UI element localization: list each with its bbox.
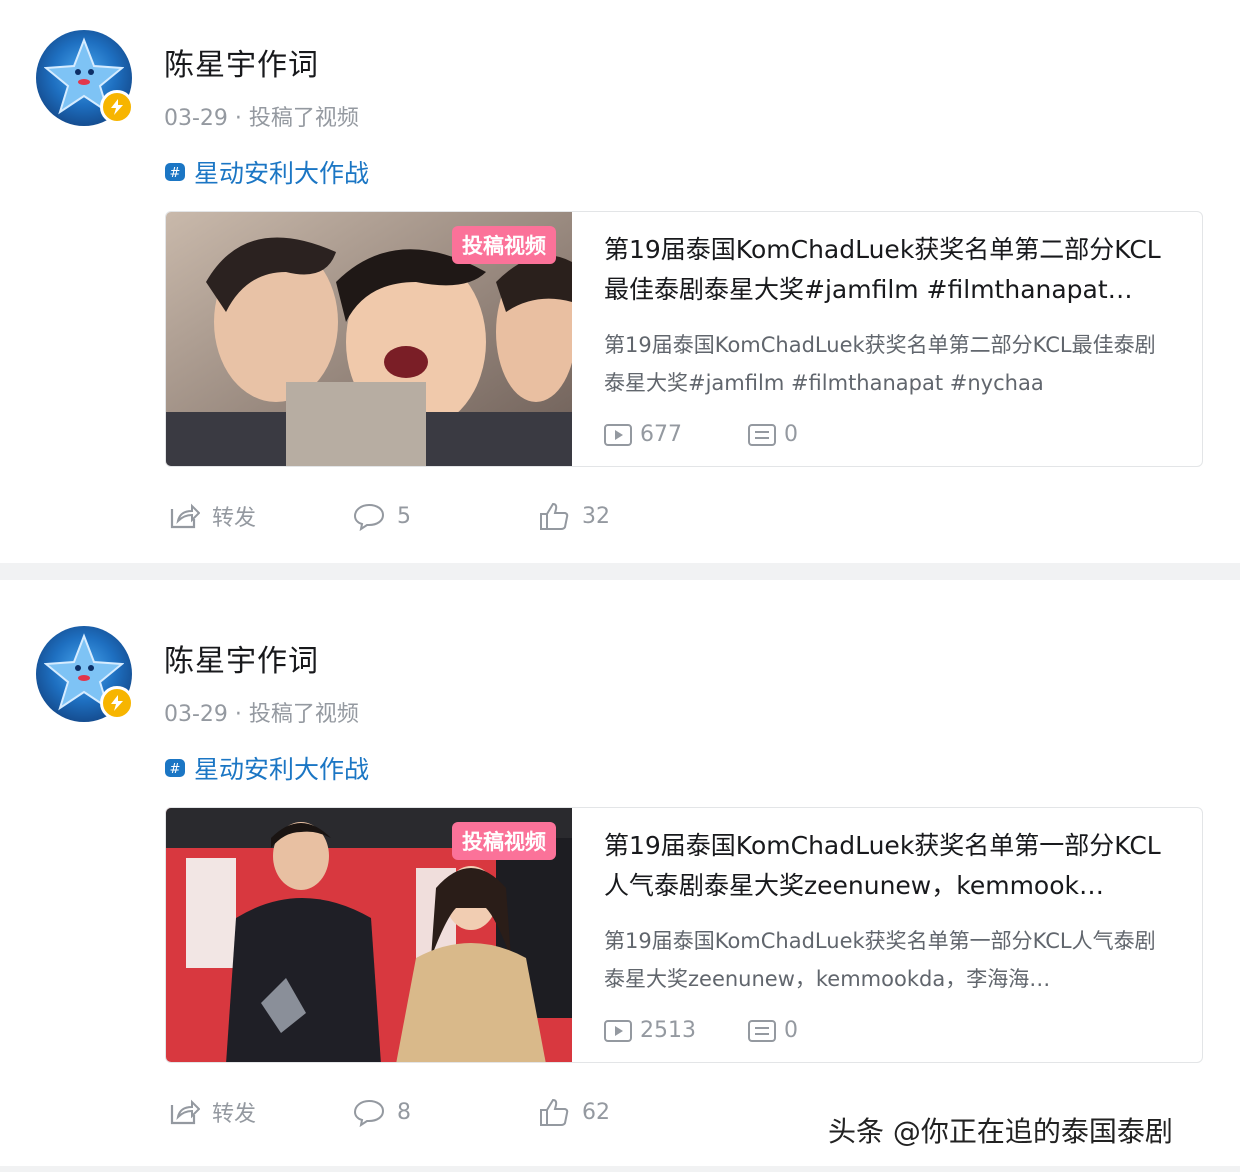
video-stats: 677 0: [604, 422, 892, 447]
share-button[interactable]: 转发: [168, 500, 353, 532]
share-icon: [170, 1099, 200, 1125]
topic-icon: #: [165, 759, 185, 777]
post-meta: 03-29 · 投稿了视频: [164, 106, 359, 131]
share-label: 转发: [212, 1102, 257, 1127]
video-stats: 2513 0: [604, 1018, 892, 1043]
video-tag: 投稿视频: [452, 822, 556, 860]
share-icon: [170, 503, 200, 529]
play-count-icon: [604, 423, 632, 446]
view-count: 2513: [640, 1018, 696, 1043]
feed-post: 陈星宇作词 03-29 · 投稿了视频 # 星动安利大作战 投稿视频 第19届泰…: [0, 0, 1240, 563]
post-meta: 03-29 · 投稿了视频: [164, 702, 359, 727]
danmaku-icon: [748, 1019, 776, 1042]
svg-text:#: #: [170, 762, 181, 777]
view-count: 677: [640, 422, 682, 447]
topic-label: 星动安利大作战: [194, 159, 370, 188]
topic-icon: #: [165, 163, 185, 181]
feed-post: 陈星宇作词 03-29 · 投稿了视频 # 星动安利大作战 投稿视频 第19届泰…: [0, 580, 1240, 1166]
danmaku-count: 0: [784, 422, 798, 447]
comment-button[interactable]: 8: [353, 1096, 538, 1128]
video-card[interactable]: 投稿视频 第19届泰国KomChadLuek获奖名单第一部分KCL人气泰剧泰星大…: [165, 807, 1203, 1063]
like-button[interactable]: 62: [538, 1096, 723, 1128]
comment-count: 5: [397, 503, 411, 529]
share-button[interactable]: 转发: [168, 1096, 353, 1128]
comment-icon: [353, 503, 385, 531]
danmaku-icon: [748, 423, 776, 446]
video-tag: 投稿视频: [452, 226, 556, 264]
post-actions: 转发 5 32: [168, 500, 723, 532]
video-title[interactable]: 第19届泰国KomChadLuek获奖名单第一部分KCL人气泰剧泰星大奖zeen…: [604, 826, 1184, 906]
svg-text:#: #: [170, 166, 181, 181]
author-name[interactable]: 陈星宇作词: [164, 40, 319, 84]
watermark: 头条 @你正在追的泰国泰剧: [828, 1115, 1173, 1148]
thumbs-up-icon: [540, 502, 569, 530]
verified-badge-icon: [100, 90, 134, 124]
verified-badge-icon: [100, 686, 134, 720]
danmaku-count: 0: [784, 1018, 798, 1043]
comment-button[interactable]: 5: [353, 500, 538, 532]
like-button[interactable]: 32: [538, 500, 723, 532]
comment-count: 8: [397, 1099, 411, 1125]
post-actions: 转发 8 62: [168, 1096, 723, 1128]
video-thumbnail[interactable]: 投稿视频: [166, 212, 572, 466]
comment-icon: [353, 1099, 385, 1127]
like-count: 62: [582, 1099, 610, 1125]
author-name[interactable]: 陈星宇作词: [164, 636, 319, 680]
topic-link[interactable]: # 星动安利大作战: [164, 154, 369, 190]
like-count: 32: [582, 503, 610, 529]
play-count-icon: [604, 1019, 632, 1042]
avatar[interactable]: [36, 626, 134, 722]
topic-link[interactable]: # 星动安利大作战: [164, 750, 369, 786]
thumbs-up-icon: [540, 1098, 569, 1126]
video-card[interactable]: 投稿视频 第19届泰国KomChadLuek获奖名单第二部分KCL最佳泰剧泰星大…: [165, 211, 1203, 467]
video-title[interactable]: 第19届泰国KomChadLuek获奖名单第二部分KCL最佳泰剧泰星大奖#jam…: [604, 230, 1184, 310]
share-label: 转发: [212, 506, 257, 531]
video-description: 第19届泰国KomChadLuek获奖名单第二部分KCL最佳泰剧泰星大奖#jam…: [604, 333, 1156, 395]
topic-label: 星动安利大作战: [194, 755, 370, 784]
video-thumbnail[interactable]: 投稿视频: [166, 808, 572, 1062]
video-description: 第19届泰国KomChadLuek获奖名单第一部分KCL人气泰剧泰星大奖zeen…: [604, 929, 1156, 991]
avatar[interactable]: [36, 30, 134, 126]
